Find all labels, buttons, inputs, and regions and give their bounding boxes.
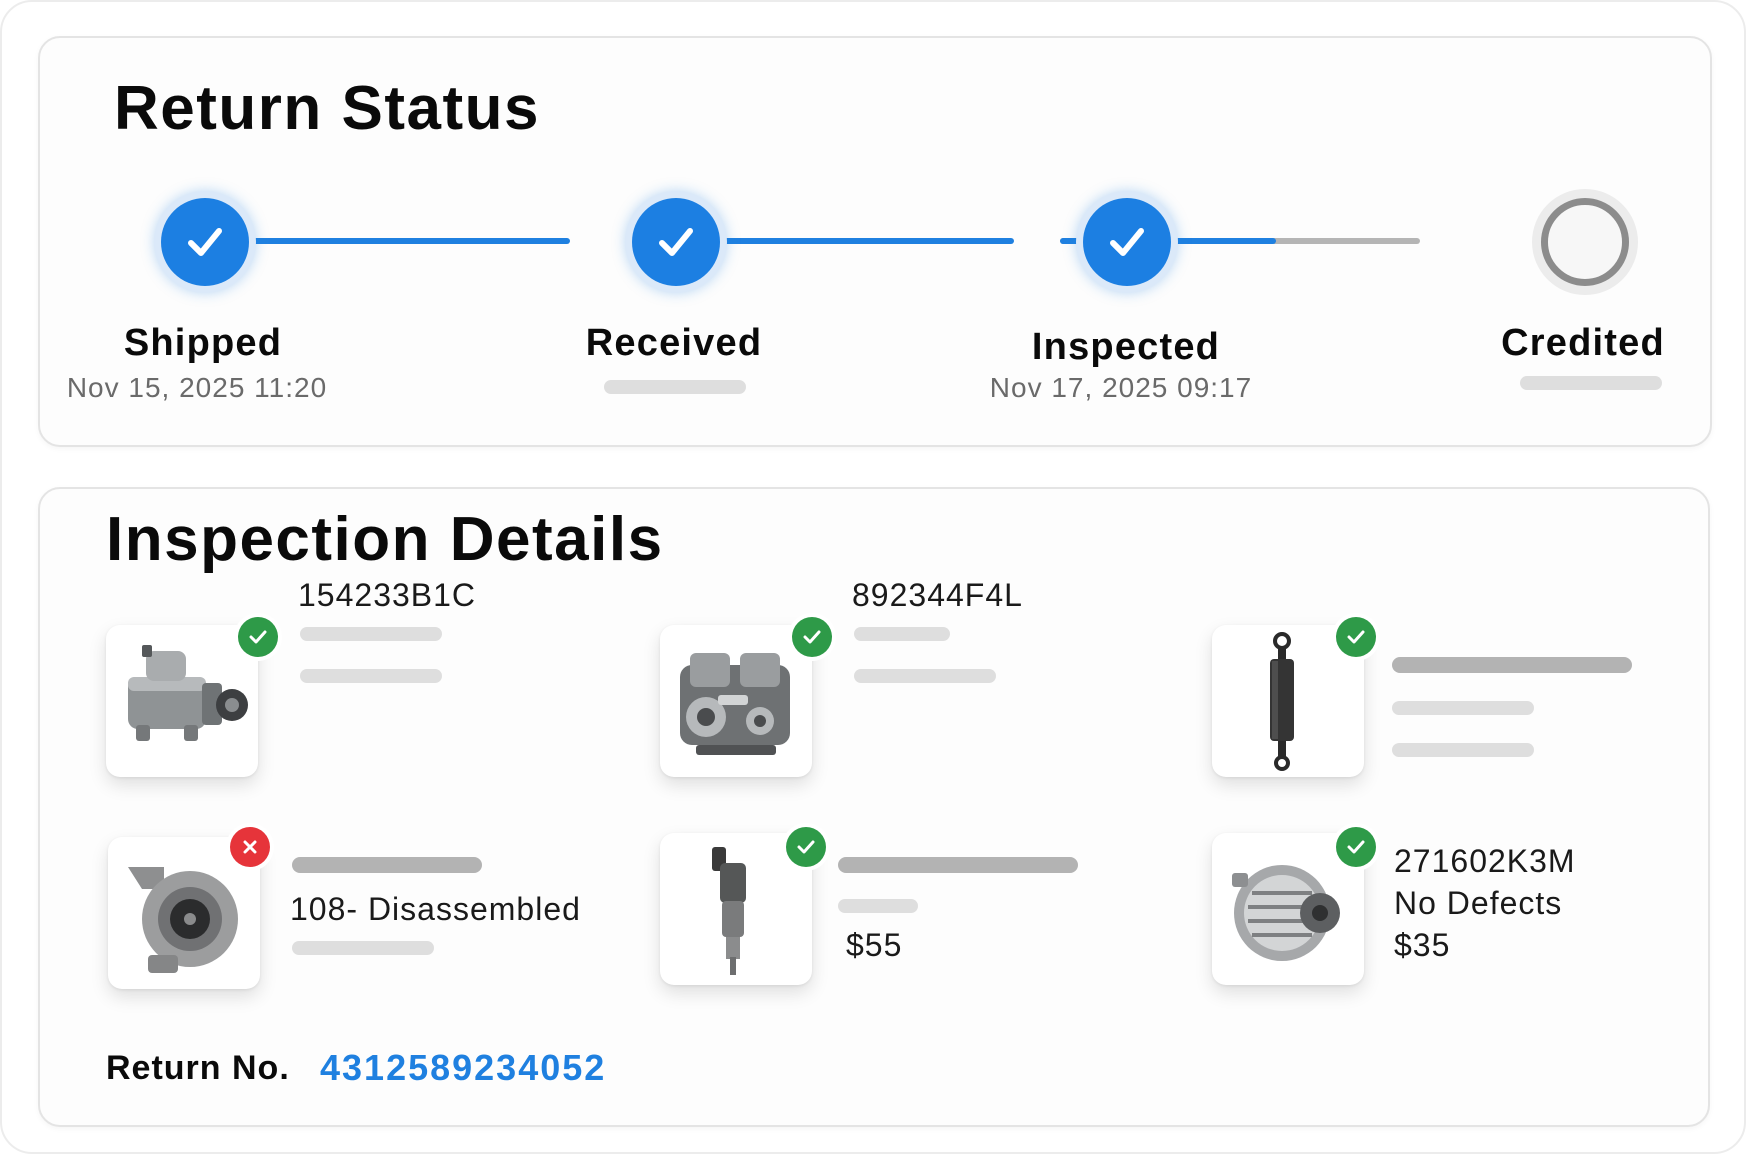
step-date-inspected: Nov 17, 2025 09:17 — [989, 372, 1253, 403]
engine-block-image — [680, 653, 790, 755]
item-part-number: 892344F4L — [852, 577, 1023, 613]
step-inspected-indicator — [1083, 198, 1171, 286]
item-text-placeholder — [300, 669, 442, 683]
step-date-credited-placeholder — [1520, 376, 1662, 390]
fail-x-icon — [230, 827, 270, 867]
pass-check-icon — [1336, 827, 1376, 867]
item-inspection-note: No Defects — [1394, 885, 1563, 921]
return-number-link[interactable]: 4312589234052 — [320, 1047, 606, 1089]
progress-track-1 — [230, 238, 570, 244]
step-date-received-placeholder — [604, 380, 746, 394]
item-text-placeholder — [1392, 701, 1534, 715]
item-text-placeholder — [300, 627, 442, 641]
item-thumbnail-starter-motor[interactable] — [106, 617, 278, 777]
item-thumbnail-alternator[interactable] — [1212, 827, 1376, 985]
starter-motor-image — [128, 645, 248, 741]
item-text-placeholder — [854, 669, 996, 683]
check-icon — [659, 228, 693, 256]
item-thumbnail-turbocharger[interactable] — [108, 827, 270, 989]
pass-check-icon — [792, 617, 832, 657]
return-number-label: Return No. — [106, 1049, 290, 1087]
inspection-details-card: Inspection Details 154233B1C 892344F4L 1… — [38, 487, 1710, 1127]
item-text-placeholder — [1392, 743, 1534, 757]
item-credit-amount: $55 — [846, 927, 903, 963]
inspection-details-title: Inspection Details — [106, 505, 664, 574]
step-shipped-indicator — [161, 198, 249, 286]
item-thumbnail-fuel-injector[interactable] — [660, 827, 826, 985]
step-label-received: Received — [585, 322, 763, 364]
step-label-credited: Credited — [1501, 322, 1665, 364]
item-text-placeholder — [292, 857, 482, 873]
step-received-indicator — [632, 198, 720, 286]
check-icon — [188, 228, 222, 256]
pass-check-icon — [1336, 617, 1376, 657]
return-status-card: Return Status Shipped Nov 15, 2025 11:20… — [38, 36, 1712, 447]
item-part-number: 271602K3M — [1394, 843, 1576, 879]
item-text-placeholder — [854, 627, 950, 641]
app-frame: Return Status Shipped Nov 15, 2025 11:20… — [0, 0, 1746, 1154]
item-thumbnail-engine-block[interactable] — [660, 617, 832, 777]
step-label-shipped: Shipped — [123, 322, 283, 364]
item-text-placeholder — [1392, 657, 1632, 673]
return-status-title: Return Status — [114, 74, 540, 143]
item-thumbnail-hydraulic-cylinder[interactable] — [1212, 617, 1376, 777]
step-credited-indicator — [1541, 198, 1629, 286]
step-date-shipped: Nov 15, 2025 11:20 — [66, 372, 328, 403]
step-label-inspected: Inspected — [1031, 326, 1221, 368]
item-credit-amount: $35 — [1394, 927, 1451, 963]
item-part-number: 154233B1C — [298, 577, 477, 613]
item-text-placeholder — [838, 899, 918, 913]
item-inspection-note: 108- Disassembled — [290, 891, 581, 927]
item-text-placeholder — [838, 857, 1078, 873]
pass-check-icon — [238, 617, 278, 657]
item-text-placeholder — [292, 941, 434, 955]
check-icon — [1110, 228, 1144, 256]
pass-check-icon — [786, 827, 826, 867]
